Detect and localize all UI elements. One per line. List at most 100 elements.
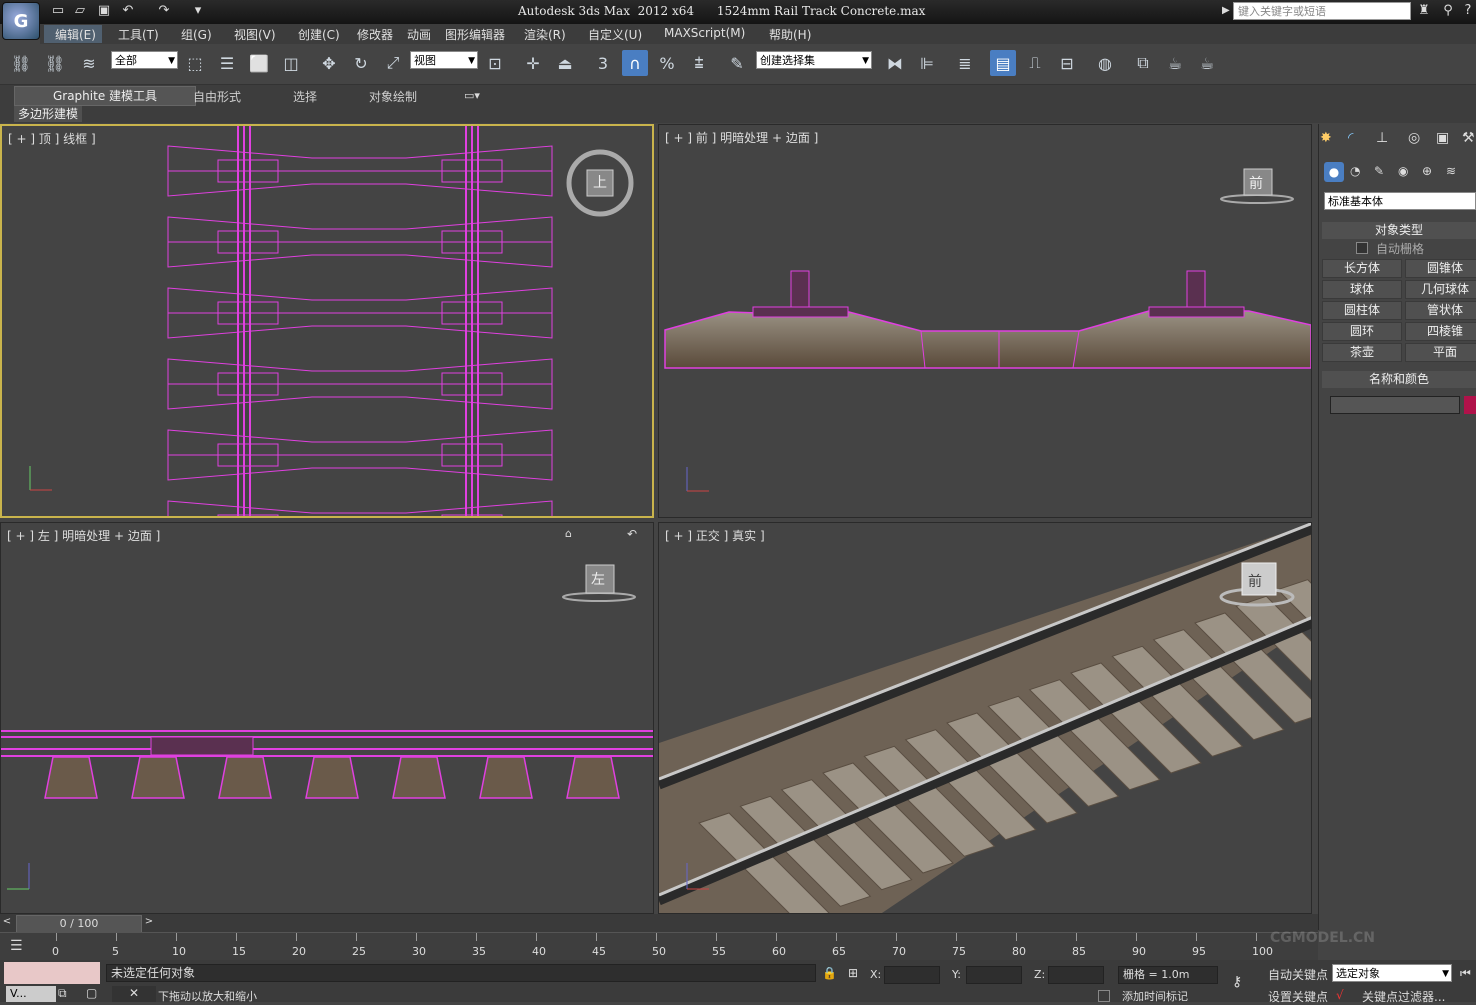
reference-coord-dropdown[interactable]: 视图 ▼ [410,51,478,69]
cameras-icon[interactable]: ◉ [1398,164,1408,178]
key-icon[interactable]: ⚷ [1232,974,1242,990]
menu-animation[interactable]: 动画 [407,26,431,43]
object-type-rollout[interactable]: 对象类型 [1322,222,1476,239]
tab-freeform[interactable]: 自由形式 [193,88,241,105]
object-name-field[interactable] [1330,396,1460,414]
menu-help[interactable]: 帮助(H) [769,26,811,43]
cylinder-button[interactable]: 圆柱体 [1322,301,1402,320]
menu-graph-editors[interactable]: 图形编辑器 [445,26,505,43]
layer-manager-icon[interactable]: ≣ [952,50,978,76]
selection-filter-dropdown[interactable]: 全部 ▼ [111,51,178,69]
viewport-top-label[interactable]: [ + ] 顶 ] 线框 ] [8,130,96,147]
orbit-icon[interactable]: ↶ [627,527,637,541]
modify-tab-icon[interactable]: ◜ [1348,130,1353,146]
box-button[interactable]: 长方体 [1322,259,1402,278]
go-to-start-icon[interactable]: ⏮ [1460,966,1471,981]
home-icon[interactable]: ⌂ [565,527,572,540]
tab-graphite-modeling[interactable]: Graphite 建模工具 [14,86,196,106]
unlink-icon[interactable]: ⛓ [42,50,68,76]
name-color-rollout[interactable]: 名称和颜色 [1322,371,1476,388]
tube-button[interactable]: 管状体 [1405,301,1476,320]
key-filter-icon[interactable]: √ [1336,988,1344,1002]
chevron-left-icon[interactable]: < [0,916,14,930]
chevron-right-icon[interactable]: ▶ [1222,5,1230,16]
tab-object-paint[interactable]: 对象绘制 [369,88,417,105]
rendered-frame-icon[interactable]: ☕ [1162,50,1188,76]
keyboard-shortcut-override-icon[interactable]: ⏏ [552,50,578,76]
spinner-snap-icon[interactable]: ⩲ [686,50,712,76]
viewport-left-label[interactable]: [ + ] 左 ] 明暗处理 + 边面 ] [7,527,160,544]
viewport-ortho-label[interactable]: [ + ] 正交 ] 真实 ] [665,527,765,544]
key-filters-button[interactable]: 关键点过滤器... [1362,988,1445,1005]
shapes-icon[interactable]: ◔ [1350,164,1360,178]
torus-button[interactable]: 圆环 [1322,322,1402,341]
new-icon[interactable]: ▭ [50,3,66,19]
taskbar-item[interactable]: V... [6,986,56,1002]
display-tab-icon[interactable]: ▣ [1436,130,1449,146]
viewport-front[interactable]: [ + ] 前 ] 明暗处理 + 边面 ] 前 [658,124,1312,518]
viewport-left[interactable]: [ + ] 左 ] 明暗处理 + 边面 ] 左 ⌂ ↶ [0,522,654,914]
mirror-icon[interactable]: ⧓ [882,50,908,76]
schematic-view-icon[interactable]: ⊟ [1054,50,1080,76]
geosphere-button[interactable]: 几何球体 [1405,280,1476,299]
save-icon[interactable]: ▣ [96,3,112,19]
geometry-category-dropdown[interactable]: 标准基本体 [1324,192,1476,210]
hierarchy-tab-icon[interactable]: ⊥ [1376,130,1388,146]
lights-icon[interactable]: ✎ [1374,164,1384,178]
z-coord-field[interactable] [1048,966,1104,984]
binoculars-icon[interactable]: ♜ [1416,3,1432,19]
menu-customize[interactable]: 自定义(U) [588,26,642,43]
cone-button[interactable]: 圆锥体 [1405,259,1476,278]
spacewarps-icon[interactable]: ≋ [1446,164,1456,178]
select-object-icon[interactable]: ⬚ [182,50,208,76]
pivot-center-icon[interactable]: ⊡ [482,50,508,76]
viewport-front-label[interactable]: [ + ] 前 ] 明暗处理 + 边面 ] [665,129,818,146]
x-coord-field[interactable] [884,966,940,984]
tab-selection[interactable]: 选择 [293,88,317,105]
set-key-button[interactable]: 设置关键点 [1268,988,1328,1005]
angle-snap-icon[interactable]: ∩ [622,50,648,76]
menu-modifiers[interactable]: 修改器 [357,26,393,43]
time-slider-thumb[interactable]: 0 / 100 [16,915,142,933]
rectangular-selection-icon[interactable]: ⬜ [246,50,272,76]
redo-icon[interactable]: ↷ [156,3,172,19]
y-coord-field[interactable] [966,966,1022,984]
select-by-name-icon[interactable]: ☰ [214,50,240,76]
timeline-ruler[interactable]: 0 5 10 15 20 25 30 35 40 45 50 55 60 65 70 75 80 85 90 95 10… [0,932,1318,961]
key-mode-dropdown[interactable]: 选定对象 ▼ [1332,964,1452,982]
maximize-icon[interactable]: ▢ [86,986,97,1000]
menu-rendering[interactable]: 渲染(R) [524,26,566,43]
ribbon-options-icon[interactable]: ▭▾ [464,89,480,102]
autogrid-checkbox[interactable] [1356,242,1368,254]
select-manipulate-icon[interactable]: ✛ [520,50,546,76]
move-icon[interactable]: ✥ [316,50,342,76]
teapot-button[interactable]: 茶壶 [1322,343,1402,362]
utilities-tab-icon[interactable]: ⚒ [1462,130,1475,146]
menu-views[interactable]: 视图(V) [234,26,276,43]
auto-key-button[interactable]: 自动关键点 [1268,966,1328,983]
maxscript-listener-mini[interactable] [4,962,100,984]
window-crossing-icon[interactable]: ◫ [278,50,304,76]
add-time-tag-icon[interactable] [1098,990,1110,1002]
render-setup-icon[interactable]: ⧉ [1130,50,1156,76]
curve-editor-icon[interactable]: ⎍ [1022,50,1048,76]
scale-icon[interactable]: ⤢ [380,50,406,76]
snaps-toggle-icon[interactable]: 3 [590,50,616,76]
menu-group[interactable]: 组(G) [181,26,212,43]
menu-maxscript[interactable]: MAXScript(M) [664,26,745,40]
undo-icon[interactable]: ↶ [120,3,136,19]
menu-create[interactable]: 创建(C) [298,26,340,43]
plane-button[interactable]: 平面 [1405,343,1476,362]
graphite-toggle-icon[interactable]: ▤ [990,50,1016,76]
viewport-top[interactable]: [ + ] 顶 ] 线框 ] 上 [0,124,654,518]
percent-snap-icon[interactable]: % [654,50,680,76]
bind-spacewarp-icon[interactable]: ≋ [76,50,102,76]
help-icon[interactable]: ? [1460,3,1476,19]
align-icon[interactable]: ⊫ [914,50,940,76]
dropdown-icon[interactable]: ▾ [190,3,206,19]
viewport-orthographic[interactable]: [ + ] 正交 ] 真实 ] 前 [658,522,1312,914]
lock-icon[interactable]: 🔒 [822,966,837,980]
chevron-right-small-icon[interactable]: > [142,916,156,930]
menu-edit[interactable]: 编辑(E) [55,26,96,43]
geometry-icon[interactable]: ● [1324,162,1344,182]
